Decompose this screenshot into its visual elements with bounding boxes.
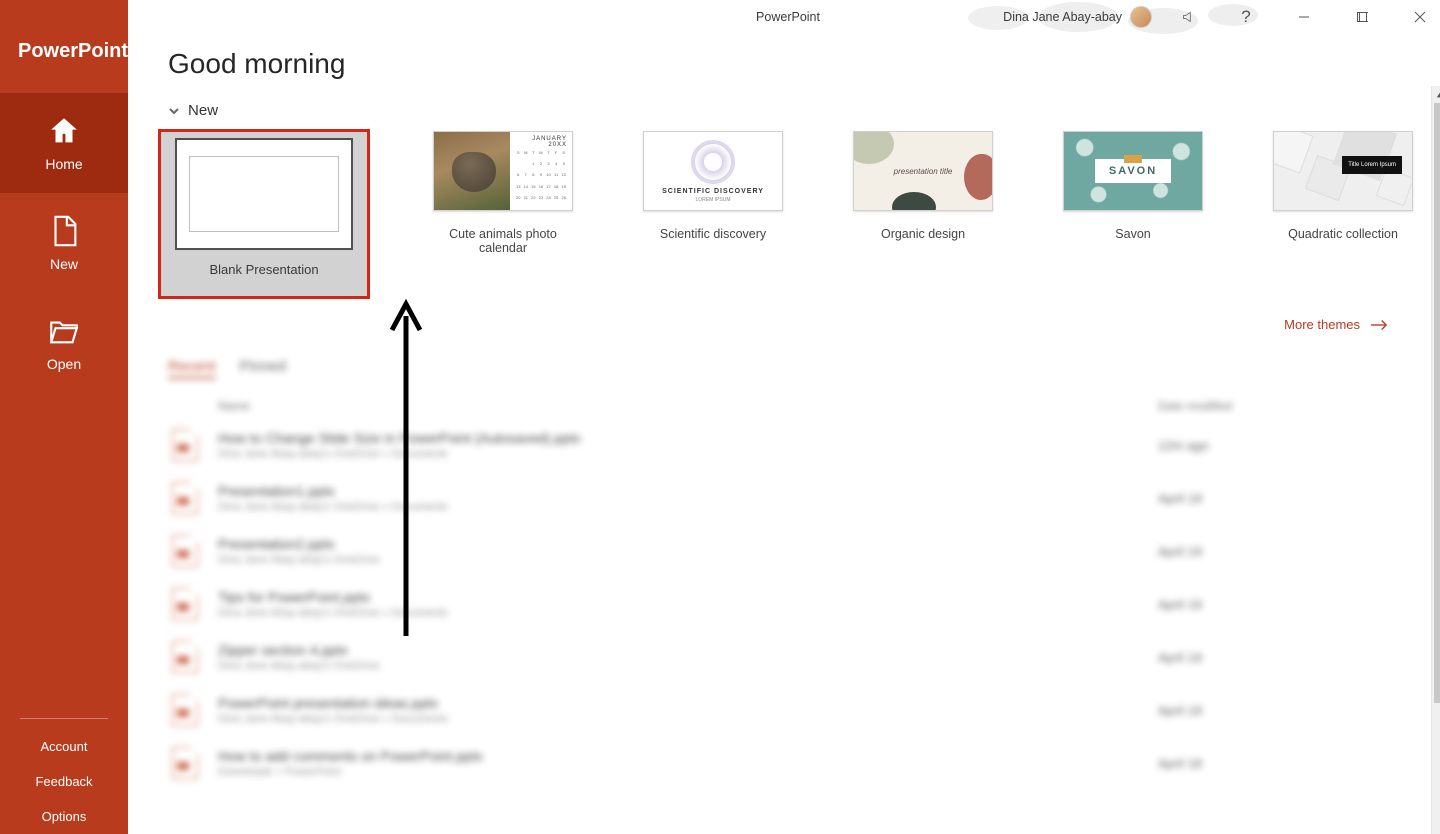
pptx-file-icon — [172, 641, 198, 673]
nav-new[interactable]: New — [0, 193, 128, 293]
more-themes-link[interactable]: More themes — [168, 317, 1388, 332]
template-label: Organic design — [881, 227, 965, 241]
template-label: Cute animals photo calendar — [428, 227, 578, 255]
template-thumb — [175, 138, 353, 250]
recent-file-row[interactable]: Tips for PowerPoint.pptx Dina Jane Abay-a… — [168, 578, 1418, 631]
file-title: Presentation2.pptx — [218, 536, 1158, 552]
nav-account[interactable]: Account — [0, 729, 128, 764]
file-date: April 18 — [1158, 756, 1418, 771]
file-date: 12m ago — [1158, 438, 1418, 453]
megaphone-icon — [1182, 11, 1194, 23]
file-title: Zipper section 4.pptx — [218, 642, 1158, 658]
template-organic-design[interactable]: presentation title Organic design — [848, 131, 998, 241]
close-icon — [1414, 11, 1426, 23]
greeting: Good morning — [168, 48, 1418, 80]
caret-up-icon — [1436, 91, 1440, 99]
col-date: Date modified — [1158, 399, 1418, 413]
pptx-file-icon — [172, 588, 198, 620]
scrollbar-thumb[interactable] — [1434, 103, 1440, 703]
file-date: April 18 — [1158, 703, 1418, 718]
file-path: Dina Jane Abay-abay's OneDrive — [218, 660, 1158, 672]
template-thumb: SAVON — [1063, 131, 1203, 211]
col-name: Name — [218, 399, 1158, 413]
user-account[interactable]: Dina Jane Abay-abay — [1003, 6, 1152, 28]
nav-feedback[interactable]: Feedback — [0, 764, 128, 799]
pptx-file-icon — [172, 482, 198, 514]
template-label: Quadratic collection — [1288, 227, 1398, 241]
maximize-button[interactable] — [1340, 1, 1384, 33]
file-path: Dina Jane Abay-abay's OneDrive » Documen… — [218, 713, 1158, 725]
new-file-icon — [47, 214, 81, 248]
templates-row: Blank Presentation JANUARY 20XX SMTWTFS … — [160, 131, 1418, 297]
template-thumb: presentation title — [853, 131, 993, 211]
recent-file-row[interactable]: How to Change Slide Size in PowerPoint (… — [168, 419, 1418, 472]
file-path: Downloads » PowerPoint — [218, 766, 1158, 778]
minimize-icon — [1298, 11, 1310, 23]
file-date: April 19 — [1158, 544, 1418, 559]
arrow-right-icon — [1370, 319, 1388, 331]
file-path: Dina Jane Abay-abay's OneDrive » Documen… — [218, 607, 1158, 619]
recent-section: Recent Pinned Name Date modified How to … — [168, 358, 1418, 790]
file-date: April 19 — [1158, 597, 1418, 612]
recent-file-row[interactable]: How to add comments on PowerPoint.pptx Do… — [168, 737, 1418, 790]
template-scientific-discovery[interactable]: SCIENTIFIC DISCOVERYLOREM IPSUM Scientif… — [638, 131, 788, 241]
pptx-file-icon — [172, 694, 198, 726]
file-date: April 19 — [1158, 491, 1418, 506]
pptx-file-icon — [172, 747, 198, 779]
user-name: Dina Jane Abay-abay — [1003, 10, 1122, 24]
vertical-scrollbar[interactable] — [1431, 86, 1440, 834]
template-label: Scientific discovery — [660, 227, 766, 241]
file-title: Tips for PowerPoint.pptx — [218, 589, 1158, 605]
template-label: Blank Presentation — [209, 262, 318, 277]
recent-file-row[interactable]: Presentation2.pptx Dina Jane Abay-abay's … — [168, 525, 1418, 578]
template-thumb: SCIENTIFIC DISCOVERYLOREM IPSUM — [643, 131, 783, 211]
file-path: Dina Jane Abay-abay's OneDrive » Documen… — [218, 448, 1158, 460]
brand-title: PowerPoint — [0, 0, 128, 93]
file-title: How to add comments on PowerPoint.pptx — [218, 748, 1158, 764]
nav-home-label: Home — [45, 156, 82, 172]
section-new-label: New — [188, 102, 218, 119]
app-title: PowerPoint — [756, 10, 820, 24]
template-thumb: Title Lorem Ipsum — [1273, 131, 1413, 211]
recent-file-row[interactable]: Presentation1.pptx Dina Jane Abay-abay's … — [168, 472, 1418, 525]
tab-pinned[interactable]: Pinned — [240, 358, 287, 379]
template-thumb: JANUARY 20XX SMTWTFS 12345 6789101112 13… — [433, 131, 573, 211]
nav-new-label: New — [50, 256, 78, 272]
file-title: Presentation1.pptx — [218, 483, 1158, 499]
more-themes-label: More themes — [1284, 317, 1360, 332]
file-title: How to Change Slide Size in PowerPoint (… — [218, 430, 1158, 446]
scroll-up-button[interactable] — [1432, 86, 1440, 103]
template-quadratic-collection[interactable]: Title Lorem Ipsum Quadratic collection — [1268, 131, 1418, 241]
tab-recent[interactable]: Recent — [168, 358, 216, 379]
avatar — [1130, 6, 1152, 28]
maximize-icon — [1356, 11, 1368, 23]
open-folder-icon — [47, 314, 81, 348]
template-cute-animals[interactable]: JANUARY 20XX SMTWTFS 12345 6789101112 13… — [428, 131, 578, 255]
section-new-toggle[interactable]: New — [168, 102, 1418, 119]
recent-file-row[interactable]: Zipper section 4.pptx Dina Jane Abay-abay… — [168, 631, 1418, 684]
sidebar-divider — [20, 718, 108, 719]
file-path: Dina Jane Abay-abay's OneDrive — [218, 554, 1158, 566]
nav-options[interactable]: Options — [0, 799, 128, 834]
nav-home[interactable]: Home — [0, 93, 128, 193]
template-label: Savon — [1115, 227, 1150, 241]
close-button[interactable] — [1398, 1, 1440, 33]
pptx-file-icon — [172, 429, 198, 461]
help-button[interactable]: ? — [1224, 1, 1268, 33]
file-title: PowerPoint presentation ideas.pptx — [218, 695, 1158, 711]
chevron-down-icon — [168, 105, 180, 117]
nav-open-label: Open — [47, 356, 81, 372]
pptx-file-icon — [172, 535, 198, 567]
titlebar: PowerPoint Dina Jane Abay-abay ? — [128, 0, 1440, 34]
template-savon[interactable]: SAVON Savon — [1058, 131, 1208, 241]
minimize-button[interactable] — [1282, 1, 1326, 33]
sidebar: PowerPoint Home New Open Account Feedbac… — [0, 0, 128, 834]
file-path: Dina Jane Abay-abay's OneDrive » Documen… — [218, 501, 1158, 513]
recent-file-row[interactable]: PowerPoint presentation ideas.pptx Dina J… — [168, 684, 1418, 737]
nav-open[interactable]: Open — [0, 293, 128, 393]
home-icon — [47, 114, 81, 148]
notifications-button[interactable] — [1166, 1, 1210, 33]
template-blank-presentation[interactable]: Blank Presentation — [160, 131, 368, 297]
file-date: April 19 — [1158, 650, 1418, 665]
